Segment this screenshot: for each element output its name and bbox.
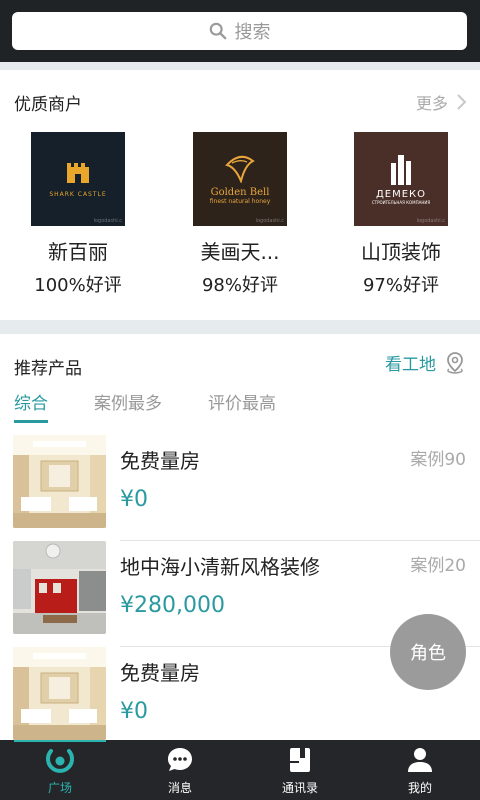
bell-icon	[225, 155, 255, 183]
role-switch-button[interactable]: 角色	[390, 614, 466, 690]
tab-comprehensive[interactable]: 综合	[14, 389, 48, 423]
view-site-label: 看工地	[385, 355, 436, 375]
merchants-section: 优质商户 更多 SHARK CASTLE logodashi.c 新百丽 100…	[0, 70, 480, 320]
search-icon	[209, 22, 226, 40]
logo-text: ДЕМЕКО	[375, 189, 427, 200]
nav-item-plaza[interactable]: 广场	[0, 740, 120, 800]
product-price: ¥280,000	[120, 593, 225, 618]
product-title: 免费量房	[120, 661, 200, 685]
logo-watermark: logodashi.c	[255, 218, 284, 224]
nav-item-contacts[interactable]: 通讯录	[240, 740, 360, 800]
chevron-right-icon	[457, 94, 466, 110]
product-case-count: 案例90	[410, 450, 466, 470]
merchant-rating: 98%好评	[201, 275, 278, 296]
merchant-logo: SHARK CASTLE logodashi.c	[31, 132, 125, 226]
nav-item-profile[interactable]: 我的	[360, 740, 480, 800]
nav-item-messages[interactable]: 消息	[120, 740, 240, 800]
product-price: ¥0	[120, 699, 148, 724]
products-title: 推荐产品	[14, 359, 82, 379]
merchants-title: 优质商户	[14, 95, 82, 115]
product-row[interactable]: 免费量房 ¥0 案例90	[0, 435, 480, 541]
nav-label: 广场	[47, 781, 72, 795]
search-placeholder: 搜索	[234, 22, 271, 43]
chat-icon	[168, 748, 192, 771]
building-icon	[391, 155, 411, 185]
merchant-name: 美画天...	[200, 240, 280, 264]
view-site-link[interactable]: 看工地	[385, 350, 466, 375]
nav-label: 我的	[407, 781, 432, 795]
merchant-logo: Golden Bell finest natural honey logodas…	[193, 132, 287, 226]
location-pin-icon	[447, 351, 463, 374]
logo-subtext: finest natural honey	[209, 198, 271, 205]
tab-top-rated[interactable]: 评价最高	[208, 389, 276, 423]
product-title: 地中海小清新风格装修	[120, 555, 320, 579]
logo-subtext: СТРОИТЕЛЬНАЯ КОМПАНИЯ	[371, 200, 431, 205]
merchant-rating: 97%好评	[362, 275, 439, 296]
profile-icon	[408, 748, 432, 772]
tab-most-cases[interactable]: 案例最多	[94, 389, 162, 423]
logo-watermark: logodashi.c	[416, 218, 445, 224]
bottom-nav: 广场 消息 通讯录 我的	[0, 740, 480, 800]
more-label: 更多	[415, 94, 448, 113]
product-case-count: 案例20	[410, 556, 466, 576]
product-thumbnail	[13, 541, 106, 634]
merchant-card[interactable]: SHARK CASTLE logodashi.c 新百丽 100%好评	[13, 132, 143, 297]
merchant-rating: 100%好评	[34, 275, 122, 296]
product-thumbnail	[13, 435, 106, 528]
castle-icon	[67, 162, 89, 183]
nav-label: 通讯录	[281, 781, 318, 795]
search-input[interactable]: 搜索	[12, 12, 467, 50]
plaza-icon	[46, 749, 74, 773]
logo-watermark: logodashi.c	[93, 218, 122, 224]
merchant-name: 新百丽	[48, 240, 108, 264]
product-thumbnail	[13, 647, 106, 740]
top-bar: 搜索	[0, 0, 480, 62]
nav-label: 消息	[167, 781, 192, 795]
merchant-card[interactable]: Golden Bell finest natural honey logodas…	[175, 132, 305, 297]
merchant-logo: ДЕМЕКО СТРОИТЕЛЬНАЯ КОМПАНИЯ logodashi.c	[354, 132, 448, 226]
contacts-icon	[290, 748, 310, 772]
product-tabs: 综合 案例最多 评价最高	[14, 389, 322, 423]
merchant-name: 山顶装饰	[361, 240, 441, 264]
product-price: ¥0	[120, 487, 148, 512]
more-merchants-link[interactable]: 更多	[416, 90, 466, 114]
merchant-card[interactable]: ДЕМЕКО СТРОИТЕЛЬНАЯ КОМПАНИЯ logodashi.c…	[336, 132, 466, 297]
product-title: 免费量房	[120, 449, 200, 473]
logo-text: SHARK CASTLE	[49, 190, 107, 198]
logo-text: Golden Bell	[210, 187, 270, 198]
